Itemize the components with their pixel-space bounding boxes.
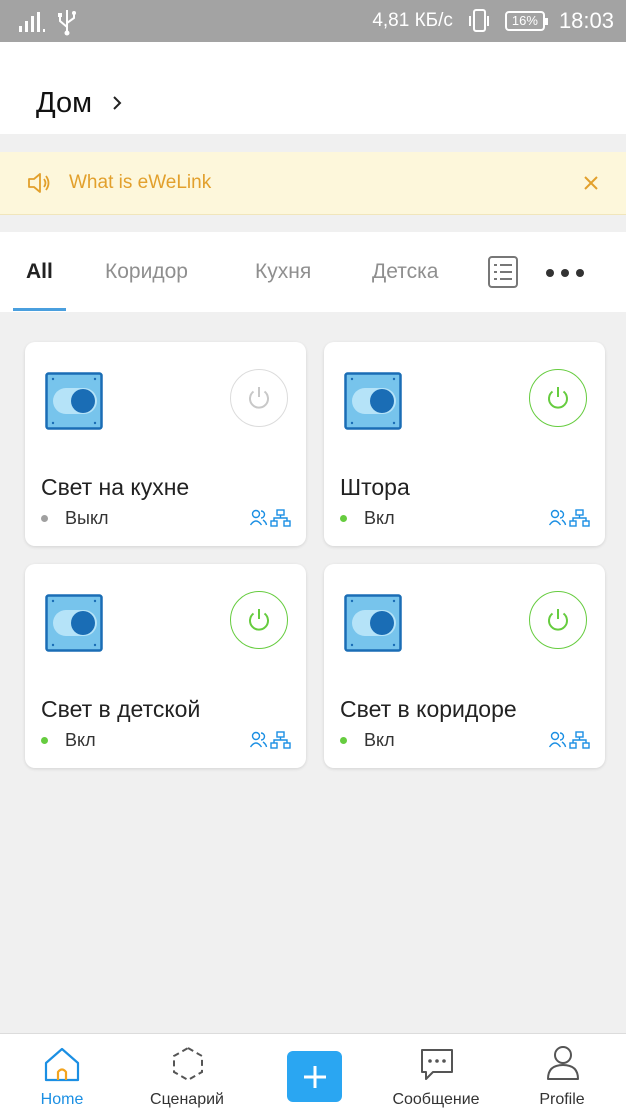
plus-icon bbox=[303, 1065, 326, 1088]
device-name: Свет в детской bbox=[41, 696, 201, 722]
status-dot bbox=[340, 515, 347, 522]
battery-indicator: 16% bbox=[504, 11, 548, 31]
status-dot bbox=[41, 515, 48, 522]
add-device-button[interactable] bbox=[287, 1051, 342, 1102]
shared-group-icon bbox=[549, 509, 590, 527]
nav-messages-label: Сообщение bbox=[392, 1091, 480, 1108]
power-icon bbox=[249, 387, 269, 409]
device-card[interactable]: Свет в детской Вкл bbox=[25, 564, 306, 768]
switch-device-icon bbox=[344, 372, 402, 430]
switch-device-icon bbox=[344, 594, 402, 652]
device-status: Вкл bbox=[364, 508, 395, 528]
chevron-right-icon[interactable] bbox=[111, 94, 123, 112]
nav-scenes[interactable]: Сценарий bbox=[144, 1034, 230, 1119]
power-toggle-button[interactable] bbox=[529, 591, 587, 649]
device-card[interactable]: Свет на кухне Выкл bbox=[25, 342, 306, 546]
tab-kids[interactable]: Детска bbox=[372, 260, 438, 284]
device-name: Свет на кухне bbox=[41, 474, 190, 500]
speaker-icon bbox=[28, 173, 50, 193]
power-toggle-button[interactable] bbox=[230, 591, 288, 649]
close-icon[interactable] bbox=[581, 173, 601, 193]
list-icon[interactable] bbox=[487, 254, 519, 290]
status-bar: 4,81 КБ/с 16% 18:03 bbox=[0, 0, 626, 42]
power-icon bbox=[249, 609, 269, 631]
power-toggle-button[interactable] bbox=[230, 369, 288, 427]
nav-home[interactable]: Home bbox=[30, 1034, 94, 1119]
network-speed: 4,81 КБ/с bbox=[372, 10, 453, 31]
power-icon bbox=[548, 609, 568, 631]
banner-text[interactable]: What is eWeLink bbox=[69, 172, 211, 194]
status-dot bbox=[41, 737, 48, 744]
nav-home-label: Home bbox=[40, 1091, 84, 1108]
switch-device-icon bbox=[45, 594, 103, 652]
power-icon bbox=[548, 387, 568, 409]
switch-device-icon bbox=[45, 372, 103, 430]
device-name: Штора bbox=[340, 474, 410, 500]
nav-messages[interactable]: Сообщение bbox=[388, 1034, 484, 1119]
nav-profile-label: Profile bbox=[539, 1091, 585, 1108]
nav-profile[interactable]: Profile bbox=[530, 1034, 594, 1119]
signal-icon bbox=[19, 12, 45, 32]
device-card[interactable]: Свет в коридоре Вкл bbox=[324, 564, 605, 768]
vibrate-icon bbox=[468, 9, 489, 32]
scene-icon bbox=[173, 1046, 203, 1082]
status-dot bbox=[340, 737, 347, 744]
shared-group-icon bbox=[250, 731, 291, 749]
profile-icon bbox=[547, 1046, 579, 1080]
tab-corridor[interactable]: Коридор bbox=[105, 260, 188, 284]
shared-group-icon bbox=[549, 731, 590, 749]
clock: 18:03 bbox=[558, 8, 614, 33]
device-status: Вкл bbox=[364, 730, 395, 750]
device-name: Свет в коридоре bbox=[340, 696, 517, 722]
tab-kitchen[interactable]: Кухня bbox=[255, 260, 311, 284]
more-icon[interactable] bbox=[545, 268, 585, 278]
tab-all[interactable]: All bbox=[26, 260, 53, 284]
message-icon bbox=[421, 1049, 453, 1080]
usb-icon bbox=[58, 10, 76, 36]
power-toggle-button[interactable] bbox=[529, 369, 587, 427]
room-tabs: All Коридор Кухня Детска bbox=[0, 232, 626, 312]
shared-group-icon bbox=[250, 509, 291, 527]
nav-scenes-label: Сценарий bbox=[150, 1091, 224, 1108]
app-header: Дом bbox=[0, 42, 626, 134]
device-status: Вкл bbox=[65, 730, 96, 750]
device-card[interactable]: Штора Вкл bbox=[324, 342, 605, 546]
home-selector[interactable]: Дом bbox=[36, 87, 92, 120]
info-banner[interactable]: What is eWeLink bbox=[0, 152, 626, 215]
device-status: Выкл bbox=[65, 508, 109, 528]
tab-active-indicator bbox=[13, 308, 66, 311]
home-icon bbox=[44, 1047, 80, 1082]
